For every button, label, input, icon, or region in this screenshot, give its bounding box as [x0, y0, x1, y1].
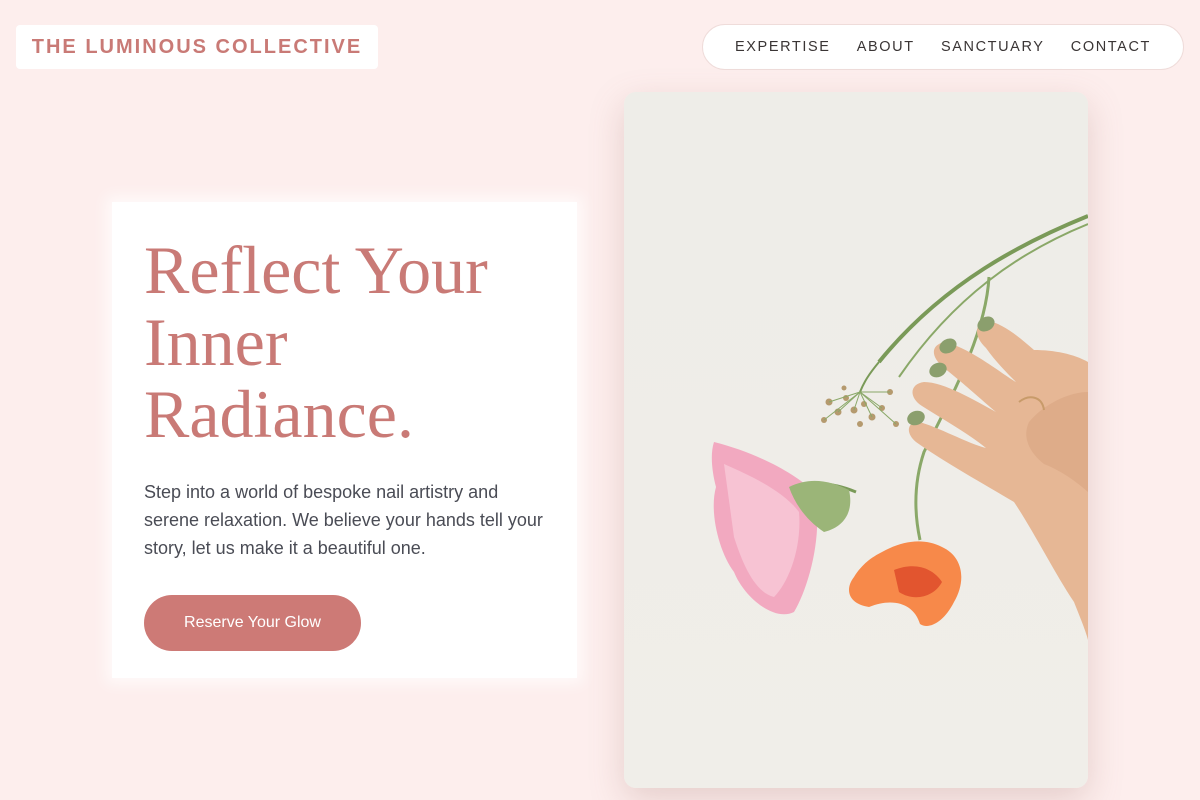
hero-card: Reflect Your Inner Radiance. Step into a…: [112, 202, 577, 678]
hero-image: [624, 92, 1088, 788]
hero-title: Reflect Your Inner Radiance.: [144, 234, 545, 450]
nav-item-sanctuary[interactable]: SANCTUARY: [941, 39, 1045, 55]
hero-title-line-1: Reflect Your: [144, 232, 488, 308]
hero-title-line-3: Radiance.: [144, 376, 414, 452]
nav-item-contact[interactable]: CONTACT: [1071, 39, 1151, 55]
hero-description: Step into a world of bespoke nail artist…: [144, 482, 543, 558]
hand-with-flowers-illustration: [711, 214, 1088, 640]
hero-title-line-2: Inner: [144, 304, 288, 380]
brand-logo[interactable]: THE LUMINOUS COLLECTIVE: [16, 25, 378, 69]
brand-name: THE LUMINOUS COLLECTIVE: [31, 35, 363, 58]
nav-item-about[interactable]: ABOUT: [857, 39, 915, 55]
reserve-button[interactable]: Reserve Your Glow: [144, 595, 361, 651]
main-nav: EXPERTISE ABOUT SANCTUARY CONTACT: [702, 24, 1184, 70]
nav-item-expertise[interactable]: EXPERTISE: [735, 39, 831, 55]
